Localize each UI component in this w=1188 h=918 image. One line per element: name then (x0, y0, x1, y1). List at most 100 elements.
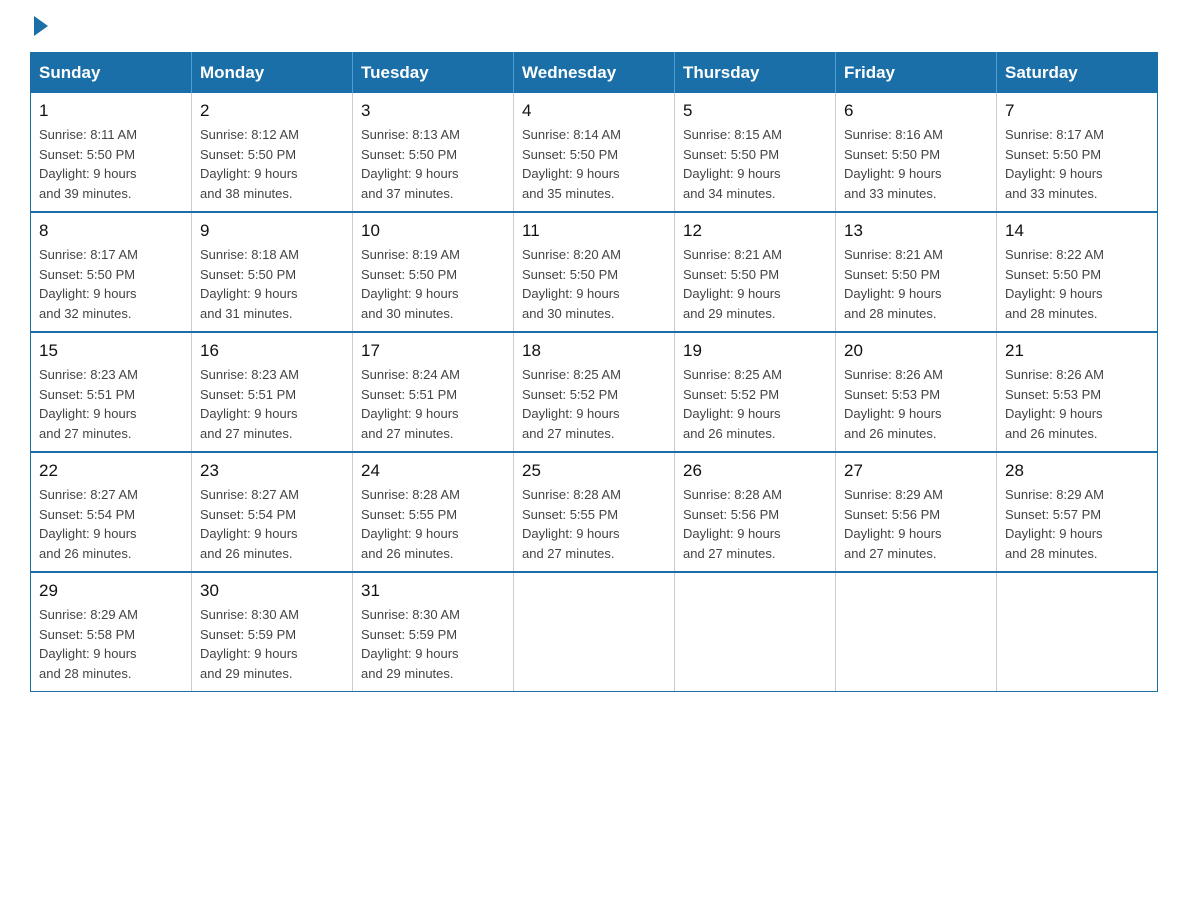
header-friday: Friday (836, 53, 997, 94)
day-cell-9: 9 Sunrise: 8:18 AMSunset: 5:50 PMDaylight… (192, 212, 353, 332)
day-number: 27 (844, 461, 988, 481)
day-number: 6 (844, 101, 988, 121)
day-number: 19 (683, 341, 827, 361)
day-number: 1 (39, 101, 183, 121)
day-cell-12: 12 Sunrise: 8:21 AMSunset: 5:50 PMDayligh… (675, 212, 836, 332)
day-cell-2: 2 Sunrise: 8:12 AMSunset: 5:50 PMDaylight… (192, 93, 353, 212)
day-cell-18: 18 Sunrise: 8:25 AMSunset: 5:52 PMDayligh… (514, 332, 675, 452)
empty-cell (997, 572, 1158, 692)
logo-general (30, 20, 48, 36)
logo-arrow-icon (34, 16, 48, 36)
day-number: 5 (683, 101, 827, 121)
day-number: 23 (200, 461, 344, 481)
day-cell-21: 21 Sunrise: 8:26 AMSunset: 5:53 PMDayligh… (997, 332, 1158, 452)
day-cell-20: 20 Sunrise: 8:26 AMSunset: 5:53 PMDayligh… (836, 332, 997, 452)
day-cell-30: 30Sunrise: 8:30 AMSunset: 5:59 PMDayligh… (192, 572, 353, 692)
header-tuesday: Tuesday (353, 53, 514, 94)
day-number: 16 (200, 341, 344, 361)
day-cell-31: 31 Sunrise: 8:30 AMSunset: 5:59 PMDayligh… (353, 572, 514, 692)
day-info: Sunrise: 8:25 AMSunset: 5:52 PMDaylight:… (683, 365, 827, 443)
day-info: Sunrise: 8:27 AMSunset: 5:54 PMDaylight:… (200, 485, 344, 563)
day-number: 9 (200, 221, 344, 241)
day-cell-14: 14Sunrise: 8:22 AMSunset: 5:50 PMDayligh… (997, 212, 1158, 332)
day-info: Sunrise: 8:11 AMSunset: 5:50 PMDaylight:… (39, 125, 183, 203)
day-info: Sunrise: 8:26 AMSunset: 5:53 PMDaylight:… (844, 365, 988, 443)
day-info: Sunrise: 8:23 AMSunset: 5:51 PMDaylight:… (39, 365, 183, 443)
day-info: Sunrise: 8:25 AMSunset: 5:52 PMDaylight:… (522, 365, 666, 443)
header-sunday: Sunday (31, 53, 192, 94)
week-row-3: 15 Sunrise: 8:23 AMSunset: 5:51 PMDayligh… (31, 332, 1158, 452)
day-number: 21 (1005, 341, 1149, 361)
day-cell-22: 22 Sunrise: 8:27 AMSunset: 5:54 PMDayligh… (31, 452, 192, 572)
calendar-table: SundayMondayTuesdayWednesdayThursdayFrid… (30, 52, 1158, 692)
day-info: Sunrise: 8:21 AMSunset: 5:50 PMDaylight:… (683, 245, 827, 323)
day-number: 24 (361, 461, 505, 481)
day-cell-7: 7 Sunrise: 8:17 AMSunset: 5:50 PMDaylight… (997, 93, 1158, 212)
day-cell-10: 10 Sunrise: 8:19 AMSunset: 5:50 PMDayligh… (353, 212, 514, 332)
day-number: 2 (200, 101, 344, 121)
week-row-1: 1 Sunrise: 8:11 AMSunset: 5:50 PMDaylight… (31, 93, 1158, 212)
day-cell-13: 13 Sunrise: 8:21 AMSunset: 5:50 PMDayligh… (836, 212, 997, 332)
day-number: 4 (522, 101, 666, 121)
day-info: Sunrise: 8:16 AMSunset: 5:50 PMDaylight:… (844, 125, 988, 203)
day-cell-8: 8Sunrise: 8:17 AMSunset: 5:50 PMDaylight… (31, 212, 192, 332)
day-number: 31 (361, 581, 505, 601)
day-info: Sunrise: 8:17 AMSunset: 5:50 PMDaylight:… (1005, 125, 1149, 203)
week-row-5: 29 Sunrise: 8:29 AMSunset: 5:58 PMDayligh… (31, 572, 1158, 692)
day-number: 17 (361, 341, 505, 361)
day-cell-25: 25Sunrise: 8:28 AMSunset: 5:55 PMDayligh… (514, 452, 675, 572)
week-row-2: 8Sunrise: 8:17 AMSunset: 5:50 PMDaylight… (31, 212, 1158, 332)
day-number: 15 (39, 341, 183, 361)
header-monday: Monday (192, 53, 353, 94)
day-info: Sunrise: 8:15 AMSunset: 5:50 PMDaylight:… (683, 125, 827, 203)
day-info: Sunrise: 8:19 AMSunset: 5:50 PMDaylight:… (361, 245, 505, 323)
day-info: Sunrise: 8:30 AMSunset: 5:59 PMDaylight:… (361, 605, 505, 683)
day-number: 11 (522, 221, 666, 241)
day-cell-29: 29 Sunrise: 8:29 AMSunset: 5:58 PMDayligh… (31, 572, 192, 692)
day-cell-3: 3 Sunrise: 8:13 AMSunset: 5:50 PMDaylight… (353, 93, 514, 212)
day-info: Sunrise: 8:13 AMSunset: 5:50 PMDaylight:… (361, 125, 505, 203)
day-info: Sunrise: 8:27 AMSunset: 5:54 PMDaylight:… (39, 485, 183, 563)
day-number: 12 (683, 221, 827, 241)
day-cell-11: 11Sunrise: 8:20 AMSunset: 5:50 PMDayligh… (514, 212, 675, 332)
day-cell-23: 23 Sunrise: 8:27 AMSunset: 5:54 PMDayligh… (192, 452, 353, 572)
header-saturday: Saturday (997, 53, 1158, 94)
day-number: 20 (844, 341, 988, 361)
day-cell-28: 28Sunrise: 8:29 AMSunset: 5:57 PMDayligh… (997, 452, 1158, 572)
day-info: Sunrise: 8:24 AMSunset: 5:51 PMDaylight:… (361, 365, 505, 443)
day-number: 10 (361, 221, 505, 241)
day-number: 8 (39, 221, 183, 241)
day-cell-6: 6 Sunrise: 8:16 AMSunset: 5:50 PMDaylight… (836, 93, 997, 212)
day-number: 3 (361, 101, 505, 121)
day-info: Sunrise: 8:28 AMSunset: 5:56 PMDaylight:… (683, 485, 827, 563)
day-cell-27: 27 Sunrise: 8:29 AMSunset: 5:56 PMDayligh… (836, 452, 997, 572)
logo (30, 20, 48, 32)
day-info: Sunrise: 8:14 AMSunset: 5:50 PMDaylight:… (522, 125, 666, 203)
day-number: 18 (522, 341, 666, 361)
day-cell-1: 1 Sunrise: 8:11 AMSunset: 5:50 PMDaylight… (31, 93, 192, 212)
day-info: Sunrise: 8:21 AMSunset: 5:50 PMDaylight:… (844, 245, 988, 323)
day-number: 28 (1005, 461, 1149, 481)
day-number: 29 (39, 581, 183, 601)
day-info: Sunrise: 8:22 AMSunset: 5:50 PMDaylight:… (1005, 245, 1149, 323)
day-cell-5: 5 Sunrise: 8:15 AMSunset: 5:50 PMDaylight… (675, 93, 836, 212)
page-header (30, 20, 1158, 32)
day-info: Sunrise: 8:29 AMSunset: 5:56 PMDaylight:… (844, 485, 988, 563)
empty-cell (836, 572, 997, 692)
empty-cell (675, 572, 836, 692)
day-number: 13 (844, 221, 988, 241)
day-info: Sunrise: 8:30 AMSunset: 5:59 PMDaylight:… (200, 605, 344, 683)
day-cell-17: 17 Sunrise: 8:24 AMSunset: 5:51 PMDayligh… (353, 332, 514, 452)
header-thursday: Thursday (675, 53, 836, 94)
day-number: 7 (1005, 101, 1149, 121)
empty-cell (514, 572, 675, 692)
day-info: Sunrise: 8:26 AMSunset: 5:53 PMDaylight:… (1005, 365, 1149, 443)
day-number: 22 (39, 461, 183, 481)
day-cell-15: 15 Sunrise: 8:23 AMSunset: 5:51 PMDayligh… (31, 332, 192, 452)
day-info: Sunrise: 8:12 AMSunset: 5:50 PMDaylight:… (200, 125, 344, 203)
header-wednesday: Wednesday (514, 53, 675, 94)
day-info: Sunrise: 8:29 AMSunset: 5:58 PMDaylight:… (39, 605, 183, 683)
day-info: Sunrise: 8:18 AMSunset: 5:50 PMDaylight:… (200, 245, 344, 323)
day-info: Sunrise: 8:28 AMSunset: 5:55 PMDaylight:… (522, 485, 666, 563)
day-info: Sunrise: 8:23 AMSunset: 5:51 PMDaylight:… (200, 365, 344, 443)
